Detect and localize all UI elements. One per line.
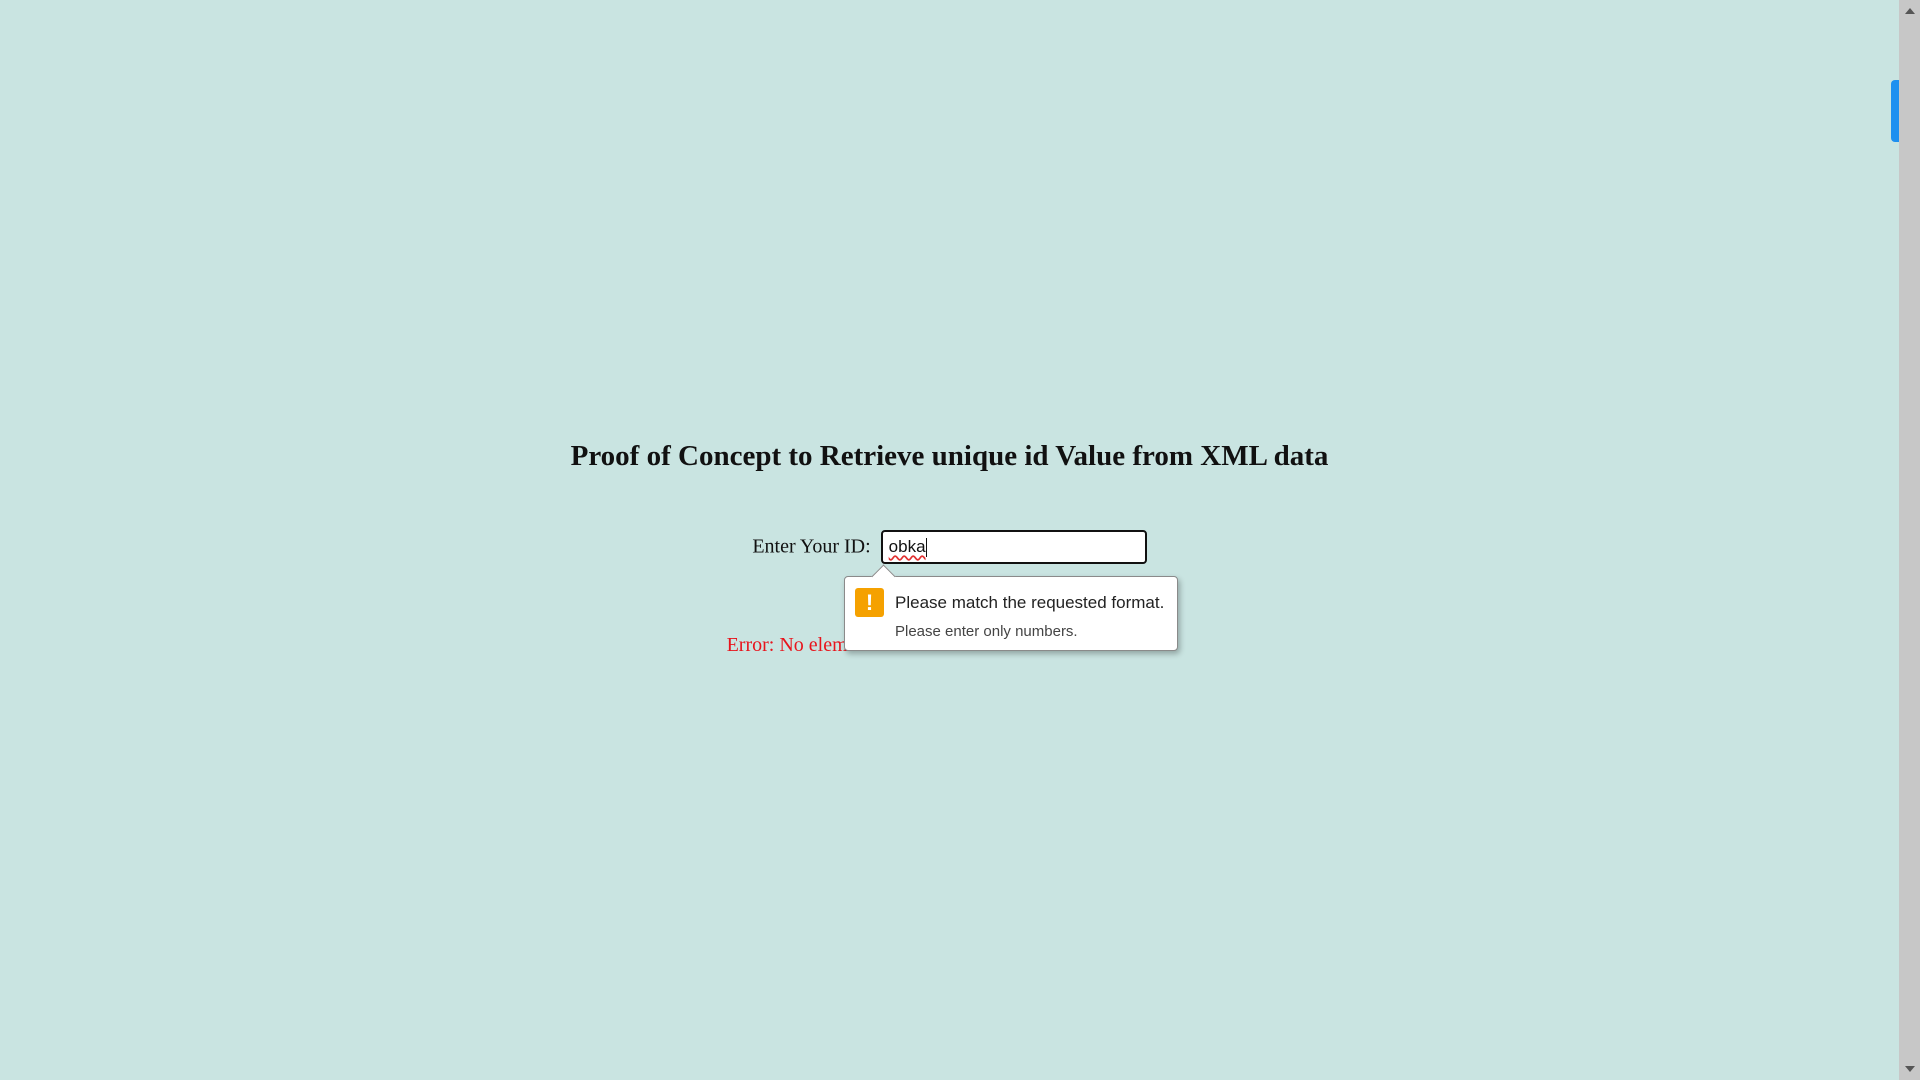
text-caret: [925, 538, 927, 558]
id-input[interactable]: obka: [880, 530, 1147, 564]
scroll-up-arrow-icon[interactable]: [1905, 8, 1915, 14]
tooltip-subtitle: Please enter only numbers.: [895, 623, 1078, 640]
page-title: Proof of Concept to Retrieve unique id V…: [570, 440, 1329, 472]
validation-tooltip: ! Please match the requested format. Ple…: [844, 564, 1178, 651]
scroll-down-arrow-icon[interactable]: [1905, 1066, 1915, 1072]
id-input-value: obka: [888, 537, 926, 556]
page: Proof of Concept to Retrieve unique id V…: [0, 0, 1920, 1080]
tooltip-arrow: [871, 564, 896, 589]
id-label: Enter Your ID:: [752, 535, 871, 558]
scroll-position-indicator: [1891, 80, 1899, 142]
id-form: Enter Your ID: obka: [0, 530, 1899, 564]
warning-icon: !: [855, 588, 884, 617]
vertical-scrollbar[interactable]: [1899, 0, 1920, 1080]
tooltip-title: Please match the requested format.: [895, 593, 1165, 612]
